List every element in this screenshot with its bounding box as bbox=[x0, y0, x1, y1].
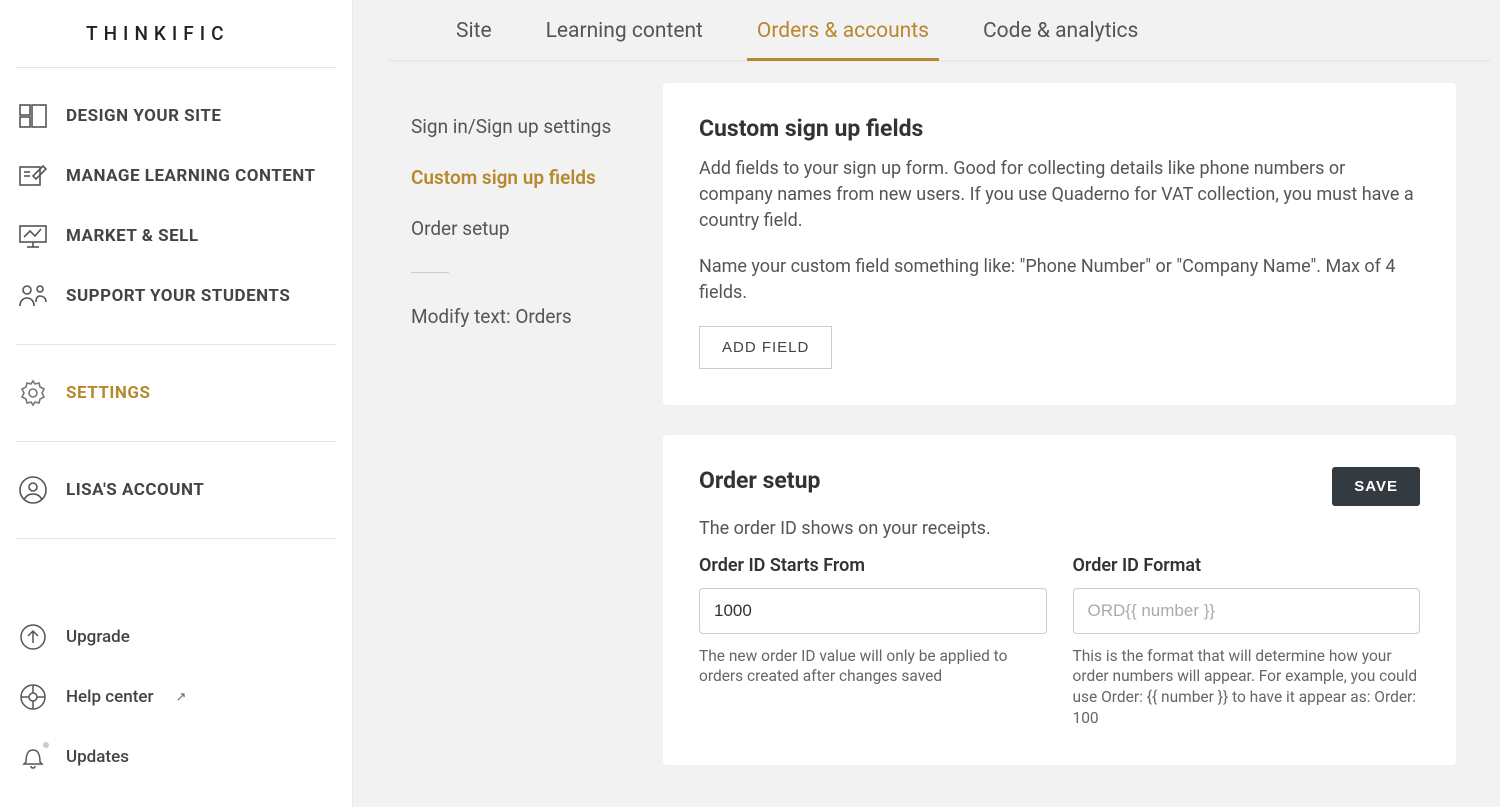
sidebar-item-account[interactable]: LISA'S ACCOUNT bbox=[0, 460, 352, 520]
sidebar-item-label: MANAGE LEARNING CONTENT bbox=[66, 166, 316, 186]
subnav: Sign in/Sign up settings Custom sign up … bbox=[353, 61, 663, 807]
sidebar-item-label: SETTINGS bbox=[66, 383, 150, 403]
sidebar-item-label: LISA'S ACCOUNT bbox=[66, 480, 204, 500]
sidebar-item-upgrade[interactable]: Upgrade bbox=[0, 607, 352, 667]
card-custom-fields: Custom sign up fields Add fields to your… bbox=[663, 83, 1456, 405]
sidebar-item-label: MARKET & SELL bbox=[66, 226, 199, 246]
card-order-setup: Order setup SAVE The order ID shows on y… bbox=[663, 435, 1456, 765]
tab-orders-accounts[interactable]: Orders & accounts bbox=[755, 3, 931, 60]
students-icon bbox=[18, 282, 48, 310]
card-title: Order setup bbox=[699, 467, 820, 494]
user-circle-icon bbox=[18, 476, 48, 504]
tab-learning[interactable]: Learning content bbox=[544, 3, 705, 60]
card-description-2: Name your custom field something like: "… bbox=[699, 254, 1420, 306]
external-link-icon: ↗ bbox=[176, 690, 187, 705]
layout-icon bbox=[18, 102, 48, 130]
order-id-starts-label: Order ID Starts From bbox=[699, 555, 1047, 576]
help-icon bbox=[18, 683, 48, 711]
sidebar-item-learning[interactable]: MANAGE LEARNING CONTENT bbox=[0, 146, 352, 206]
sidebar-item-label: Upgrade bbox=[66, 627, 130, 647]
sidebar-item-design[interactable]: DESIGN YOUR SITE bbox=[0, 86, 352, 146]
subnav-custom-fields[interactable]: Custom sign up fields bbox=[411, 152, 663, 203]
sidebar: THINKIFIC DESIGN YOUR SITE MANAGE LEARNI… bbox=[0, 0, 352, 807]
order-id-starts-input[interactable] bbox=[699, 588, 1047, 634]
logo: THINKIFIC bbox=[0, 0, 352, 67]
card-title: Custom sign up fields bbox=[699, 115, 1420, 142]
main-area: Site Learning content Orders & accounts … bbox=[352, 0, 1500, 807]
upgrade-icon bbox=[18, 623, 48, 651]
sidebar-item-label: Updates bbox=[66, 747, 129, 767]
subnav-order-setup[interactable]: Order setup bbox=[411, 203, 663, 254]
presentation-icon bbox=[18, 222, 48, 250]
subnav-modify-text[interactable]: Modify text: Orders bbox=[411, 291, 663, 342]
edit-content-icon bbox=[18, 162, 48, 190]
bell-icon bbox=[18, 743, 48, 771]
subnav-signin-signup[interactable]: Sign in/Sign up settings bbox=[411, 101, 663, 152]
card-description: Add fields to your sign up form. Good fo… bbox=[699, 156, 1420, 234]
add-field-button[interactable]: ADD FIELD bbox=[699, 326, 832, 369]
tabs: Site Learning content Orders & accounts … bbox=[389, 0, 1490, 61]
sidebar-item-settings[interactable]: SETTINGS bbox=[0, 363, 352, 423]
sidebar-item-help[interactable]: Help center ↗ bbox=[0, 667, 352, 727]
sidebar-item-label: SUPPORT YOUR STUDENTS bbox=[66, 286, 290, 306]
gear-icon bbox=[18, 379, 48, 407]
card-subtitle: The order ID shows on your receipts. bbox=[699, 516, 1420, 542]
sidebar-item-support[interactable]: SUPPORT YOUR STUDENTS bbox=[0, 266, 352, 326]
order-id-format-input[interactable] bbox=[1073, 588, 1421, 634]
tab-code-analytics[interactable]: Code & analytics bbox=[981, 3, 1140, 60]
sidebar-item-label: Help center bbox=[66, 687, 154, 707]
order-id-starts-help: The new order ID value will only be appl… bbox=[699, 646, 1047, 688]
sidebar-item-updates[interactable]: Updates bbox=[0, 727, 352, 787]
sidebar-item-market[interactable]: MARKET & SELL bbox=[0, 206, 352, 266]
tab-site[interactable]: Site bbox=[454, 3, 494, 60]
subnav-divider bbox=[411, 272, 449, 273]
order-id-format-label: Order ID Format bbox=[1073, 555, 1421, 576]
sidebar-item-label: DESIGN YOUR SITE bbox=[66, 106, 221, 126]
save-button[interactable]: SAVE bbox=[1332, 467, 1420, 506]
order-id-format-help: This is the format that will determine h… bbox=[1073, 646, 1421, 730]
